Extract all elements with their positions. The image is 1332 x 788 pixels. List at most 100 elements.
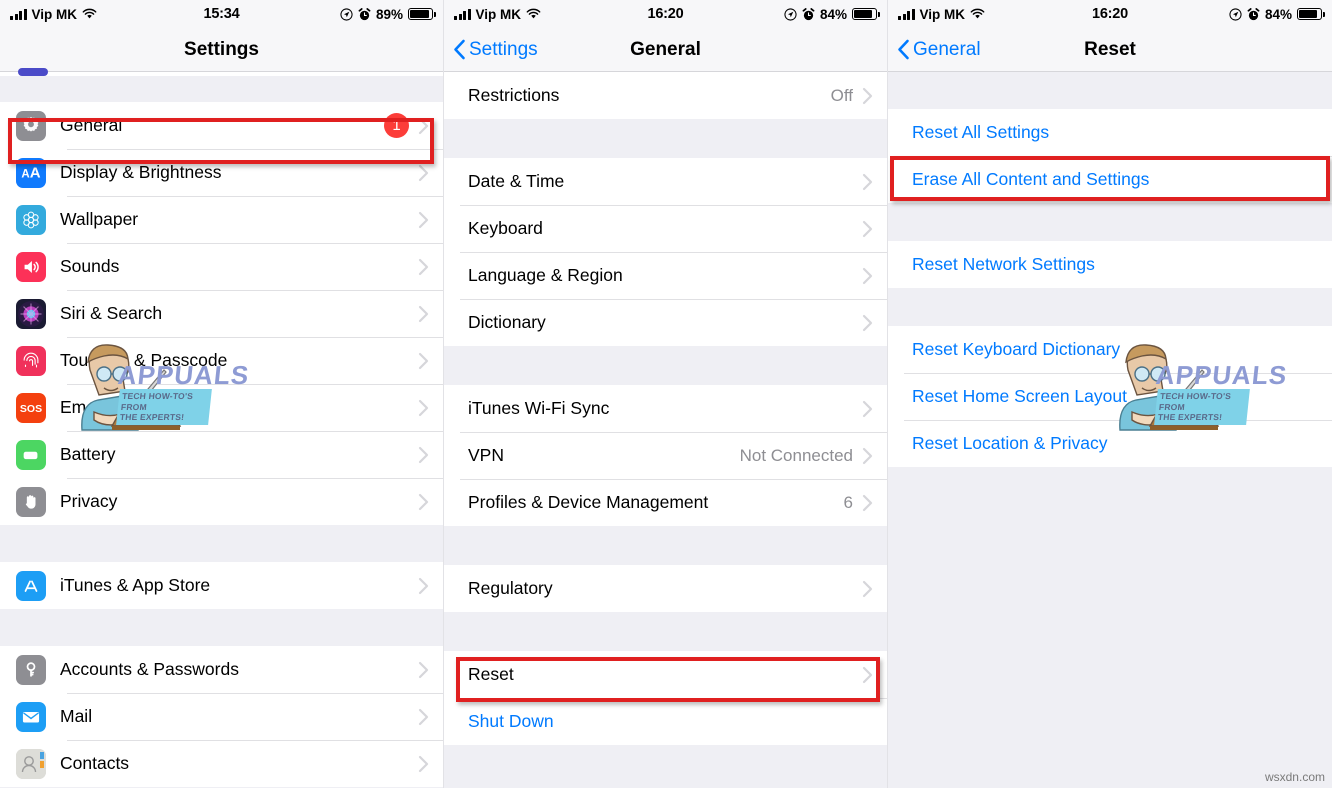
general-row-label: VPN (468, 445, 504, 465)
settings-row-label: Touch ID & Passcode (60, 350, 228, 370)
battery-icon (852, 8, 880, 20)
general-row-label: Language & Region (468, 265, 623, 285)
general-row-reset[interactable]: Reset (444, 651, 887, 698)
chevron-right-icon (418, 399, 429, 416)
section-gap (0, 76, 443, 102)
settings-row-label: Contacts (60, 753, 130, 773)
status-right: 84% (784, 6, 880, 22)
general-row-label: Shut Down (468, 711, 554, 731)
general-group-5: Reset Shut Down (444, 651, 887, 745)
general-row-language-region[interactable]: Language & Region (444, 252, 887, 299)
general-row-restrictions[interactable]: Restrictions Off (444, 72, 887, 119)
chevron-left-icon (898, 39, 909, 60)
settings-row-mail[interactable]: Mail (0, 693, 443, 740)
settings-row-wallpaper[interactable]: Wallpaper (0, 196, 443, 243)
svg-text:SOS: SOS (20, 403, 42, 415)
source-watermark: wsxdn.com (1264, 770, 1325, 784)
chevron-right-icon (862, 580, 873, 597)
row-accessories (862, 666, 873, 684)
battery-percent-label: 84% (819, 6, 847, 22)
chevron-right-icon (418, 446, 429, 463)
settings-row-label: General (60, 115, 123, 135)
reset-row-reset-network-settings[interactable]: Reset Network Settings (888, 241, 1332, 288)
status-badge: 1 (384, 113, 409, 138)
general-row-dictionary[interactable]: Dictionary (444, 299, 887, 346)
chevron-right-icon (418, 211, 429, 228)
section-gap (444, 612, 887, 651)
settings-row-privacy[interactable]: Privacy (0, 478, 443, 525)
general-row-label: Profiles & Device Management (468, 492, 709, 512)
row-accessories (862, 220, 873, 238)
reset-row-reset-location-privacy[interactable]: Reset Location & Privacy (888, 420, 1332, 467)
general-row-label: Date & Time (468, 171, 565, 191)
reset-row-erase-all-content-and-settings[interactable]: Erase All Content and Settings (888, 156, 1332, 203)
reset-row-reset-home-screen-layout[interactable]: Reset Home Screen Layout (888, 373, 1332, 420)
status-bar: Vip MK 16:20 84% (888, 0, 1332, 28)
row-accessories (418, 164, 429, 182)
general-row-itunes-wifi-sync[interactable]: iTunes Wi-Fi Sync (444, 385, 887, 432)
back-button[interactable]: General (888, 39, 981, 61)
status-bar: Vip MK 15:34 89% (0, 0, 443, 28)
general-row-regulatory[interactable]: Regulatory (444, 565, 887, 612)
settings-row-label: Mail (60, 706, 93, 726)
chevron-right-icon (418, 708, 429, 725)
reset-row-label: Erase All Content and Settings (912, 169, 1150, 189)
chevron-right-icon (862, 447, 873, 464)
reset-group-1: Reset All Settings Erase All Content and… (888, 109, 1332, 203)
chevron-right-icon (418, 117, 429, 134)
row-accessories: Off (831, 86, 873, 106)
reset-row-reset-all-settings[interactable]: Reset All Settings (888, 109, 1332, 156)
row-accessories (418, 305, 429, 323)
siri-icon (16, 298, 46, 329)
page-title: Settings (184, 38, 259, 60)
display-brightness-icon: AA (16, 157, 46, 188)
settings-row-itunes-app-store[interactable]: iTunes & App Store (0, 562, 443, 609)
general-row-label: Restrictions (468, 85, 560, 105)
chevron-right-icon (862, 87, 873, 104)
general-row-keyboard[interactable]: Keyboard (444, 205, 887, 252)
settings-row-siri-search[interactable]: Siri & Search (0, 290, 443, 337)
section-gap (444, 526, 887, 565)
privacy-hand-icon (16, 486, 46, 517)
settings-row-display-brightness[interactable]: AA Display & Brightness (0, 149, 443, 196)
general-row-vpn[interactable]: VPN Not Connected (444, 432, 887, 479)
settings-row-general[interactable]: General 1 (0, 102, 443, 149)
settings-row-label: iTunes & App Store (60, 575, 211, 595)
general-row-label: Dictionary (468, 312, 546, 332)
row-detail: 6 (843, 492, 853, 512)
settings-row-emergency-sos[interactable]: SOS Emergency SOS (0, 384, 443, 431)
row-accessories (418, 258, 429, 276)
settings-row-sounds[interactable]: Sounds (0, 243, 443, 290)
section-gap (888, 72, 1332, 109)
settings-row-label: Privacy (60, 491, 118, 511)
general-row-shut-down[interactable]: Shut Down (444, 698, 887, 745)
alarm-clock-icon (1247, 7, 1260, 20)
general-row-date-time[interactable]: Date & Time (444, 158, 887, 205)
svg-text:AA: AA (21, 164, 40, 181)
chevron-left-icon (454, 39, 465, 60)
back-button[interactable]: Settings (444, 39, 538, 61)
battery-icon (408, 8, 436, 20)
settings-row-touch-id-passcode[interactable]: Touch ID & Passcode (0, 337, 443, 384)
reset-row-label: Reset Home Screen Layout (912, 386, 1127, 406)
alarm-clock-icon (802, 7, 815, 20)
general-row-profiles-device-management[interactable]: Profiles & Device Management 6 (444, 479, 887, 526)
settings-row-battery[interactable]: Battery (0, 431, 443, 478)
settings-row-label: Wallpaper (60, 209, 139, 229)
reset-row-reset-keyboard-dictionary[interactable]: Reset Keyboard Dictionary (888, 326, 1332, 373)
chevron-right-icon (862, 494, 873, 511)
panel-reset: Vip MK 16:20 84% General Reset Reset All… (888, 0, 1332, 788)
general-row-label: iTunes Wi-Fi Sync (468, 398, 610, 418)
row-accessories (418, 577, 429, 595)
general-row-label: Keyboard (468, 218, 543, 238)
app-store-icon (16, 570, 46, 601)
settings-row-contacts[interactable]: Contacts (0, 740, 443, 787)
row-detail: Off (830, 85, 853, 105)
settings-row-label: Emergency SOS (60, 397, 191, 417)
battery-icon (1297, 8, 1325, 20)
chevron-right-icon (862, 173, 873, 190)
wallpaper-icon (16, 204, 46, 235)
row-accessories (862, 173, 873, 191)
settings-row-accounts-passwords[interactable]: Accounts & Passwords (0, 646, 443, 693)
battery-icon (16, 439, 46, 470)
